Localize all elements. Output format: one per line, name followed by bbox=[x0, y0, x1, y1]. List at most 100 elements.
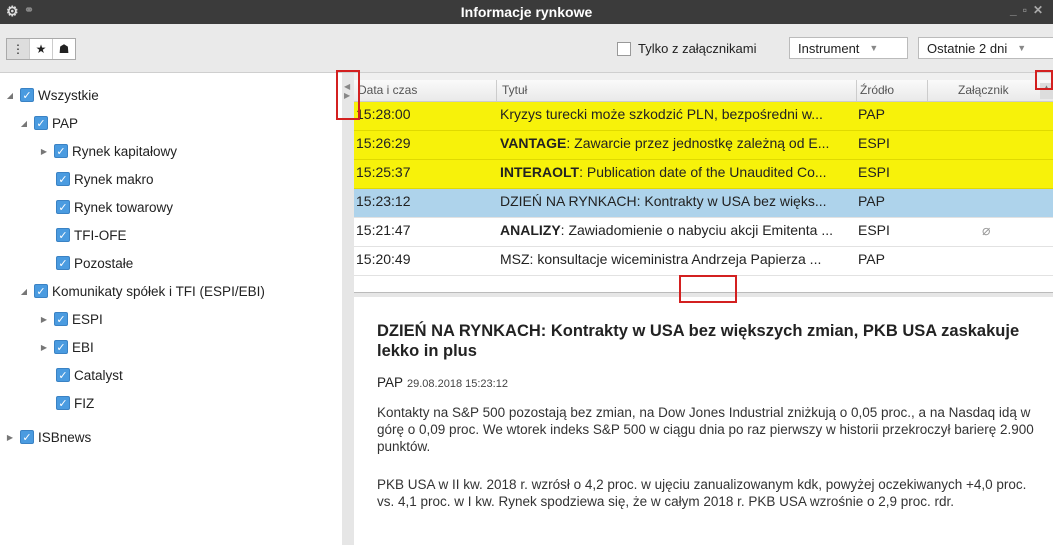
expand-arrow-icon[interactable]: ▶ bbox=[38, 343, 50, 352]
tree-item-isbnews[interactable]: ▶ ✓ ISBnews bbox=[4, 427, 91, 447]
highlight-box-splitter bbox=[336, 70, 360, 120]
checkbox-checked-icon[interactable]: ✓ bbox=[54, 312, 68, 326]
row-time: 15:23:12 bbox=[356, 193, 411, 209]
grid-header: Data i czas Tytuł Źródło Załącznik bbox=[354, 80, 1053, 102]
tree-item-label: EBI bbox=[72, 339, 94, 355]
expand-arrow-icon[interactable]: ▶ bbox=[4, 433, 16, 442]
news-grid: Data i czas Tytuł Źródło Załącznik 15:28… bbox=[354, 80, 1053, 292]
row-time: 15:26:29 bbox=[356, 135, 411, 151]
row-source: ESPI bbox=[858, 135, 890, 151]
star-icon[interactable]: ★ bbox=[30, 39, 53, 59]
column-header-time[interactable]: Data i czas bbox=[358, 83, 417, 97]
article-title: DZIEŃ NA RYNKACH: Kontrakty w USA bez wi… bbox=[377, 322, 1020, 360]
toolbar: ⋮ ★ ☗ Tylko z załącznikami Instrument ▼ … bbox=[0, 24, 1053, 73]
table-row[interactable]: 15:21:47 ANALIZY: Zawiadomienie o nabyciu… bbox=[354, 218, 1053, 247]
attachments-only-label: Tylko z załącznikami bbox=[638, 41, 757, 56]
tree-item-rynek-kapitalowy[interactable]: ▶ ✓ Rynek kapitałowy bbox=[38, 141, 177, 161]
row-title: INTERAOLT: Publication date of the Unaud… bbox=[500, 164, 854, 180]
instrument-dropdown[interactable]: Instrument ▼ bbox=[789, 37, 908, 59]
table-row[interactable]: 15:26:29 VANTAGE: Zawarcie przez jednostk… bbox=[354, 131, 1053, 160]
row-source: PAP bbox=[858, 193, 885, 209]
table-row[interactable]: 15:20:49 MSZ: konsultacje wiceministra An… bbox=[354, 247, 1053, 276]
collapse-arrow-icon[interactable]: ◢ bbox=[18, 119, 30, 128]
tree-item-label: TFI-OFE bbox=[74, 227, 127, 243]
list-view-icon[interactable]: ⋮ bbox=[7, 39, 30, 59]
tree-item-label: Pozostałe bbox=[74, 255, 134, 271]
tree-item-label: Komunikaty spółek i TFI (ESPI/EBI) bbox=[52, 283, 265, 299]
checkbox-checked-icon[interactable]: ✓ bbox=[56, 256, 70, 270]
collapse-arrow-icon[interactable]: ◢ bbox=[18, 287, 30, 296]
article-paragraph: Kontakty na S&P 500 pozostają bez zmian,… bbox=[377, 405, 1034, 454]
paperclip-icon[interactable]: ⌀ bbox=[982, 222, 1012, 239]
collapse-arrow-icon[interactable]: ◢ bbox=[4, 91, 16, 100]
row-title-text: : Zawiadomienie o nabyciu akcji Emitenta… bbox=[560, 222, 834, 238]
row-source: PAP bbox=[858, 251, 885, 267]
row-title-text: Kryzys turecki może szkodzić PLN, bezpoś… bbox=[500, 106, 823, 122]
table-row[interactable]: 15:23:12 DZIEŃ NA RYNKACH: Kontrakty w US… bbox=[354, 189, 1053, 218]
checkbox-checked-icon[interactable]: ✓ bbox=[34, 116, 48, 130]
tree-item-espi[interactable]: ▶ ✓ ESPI bbox=[38, 309, 103, 329]
tag-icon[interactable]: ☗ bbox=[53, 39, 75, 59]
category-tree: ◢ ✓ Wszystkie ◢ ✓ PAP ▶ ✓ Rynek kapitało… bbox=[0, 73, 343, 545]
period-dropdown-label: Ostatnie 2 dni bbox=[927, 40, 1008, 56]
row-time: 15:20:49 bbox=[356, 251, 411, 267]
tree-item-fiz[interactable]: ✓ FIZ bbox=[56, 393, 94, 413]
row-source: ESPI bbox=[858, 222, 890, 238]
tree-item-pap[interactable]: ◢ ✓ PAP bbox=[18, 113, 78, 133]
expand-arrow-icon[interactable]: ▶ bbox=[38, 315, 50, 324]
tree-item-label: ISBnews bbox=[38, 429, 92, 445]
row-title: Kryzys turecki może szkodzić PLN, bezpoś… bbox=[500, 106, 854, 122]
row-time: 15:28:00 bbox=[356, 106, 411, 122]
checkbox-checked-icon[interactable]: ✓ bbox=[20, 430, 34, 444]
row-title: ANALIZY: Zawiadomienie o nabyciu akcji E… bbox=[500, 222, 854, 238]
period-dropdown[interactable]: Ostatnie 2 dni ▼ bbox=[918, 37, 1053, 59]
checkbox-checked-icon[interactable]: ✓ bbox=[20, 88, 34, 102]
article-paragraph: PKB USA w II kw. 2018 r. wzrósł o 4,2 pr… bbox=[377, 477, 1027, 509]
tree-item-label: Rynek kapitałowy bbox=[72, 143, 178, 159]
tree-item-label: Rynek towarowy bbox=[74, 199, 174, 215]
vertical-splitter[interactable] bbox=[342, 73, 354, 545]
table-row[interactable]: 15:25:37 INTERAOLT: Publication date of t… bbox=[354, 160, 1053, 189]
expand-arrow-icon[interactable]: ▶ bbox=[38, 147, 50, 156]
row-title-company: INTERAOLT bbox=[500, 164, 580, 180]
attachments-only-checkbox[interactable] bbox=[617, 41, 631, 56]
tree-item-tfi-ofe[interactable]: ✓ TFI-OFE bbox=[56, 225, 127, 245]
view-button-group: ⋮ ★ ☗ bbox=[6, 38, 76, 60]
chevron-down-icon: ▼ bbox=[869, 43, 879, 53]
column-header-attachment[interactable]: Załącznik bbox=[958, 83, 1009, 97]
row-source: ESPI bbox=[858, 164, 890, 180]
tree-item-rynek-makro[interactable]: ✓ Rynek makro bbox=[56, 169, 154, 189]
tree-item-ebi[interactable]: ▶ ✓ EBI bbox=[38, 337, 94, 357]
row-title-text: : Zawarcie przez jednostkę zależną od E.… bbox=[566, 135, 830, 151]
checkbox-checked-icon[interactable]: ✓ bbox=[56, 396, 70, 410]
article-datetime: 29.08.2018 15:23:12 bbox=[407, 378, 508, 390]
checkbox-checked-icon[interactable]: ✓ bbox=[56, 200, 70, 214]
checkbox-checked-icon[interactable]: ✓ bbox=[56, 172, 70, 186]
tree-item-rynek-towarowy[interactable]: ✓ Rynek towarowy bbox=[56, 197, 173, 217]
checkbox-checked-icon[interactable]: ✓ bbox=[54, 340, 68, 354]
tree-item-komunikaty[interactable]: ◢ ✓ Komunikaty spółek i TFI (ESPI/EBI) bbox=[18, 281, 265, 301]
checkbox-checked-icon[interactable]: ✓ bbox=[54, 144, 68, 158]
row-title-text: DZIEŃ NA RYNKACH: Kontrakty w USA bez wi… bbox=[500, 193, 827, 209]
row-title-company: VANTAGE bbox=[500, 135, 567, 151]
checkbox-checked-icon[interactable]: ✓ bbox=[56, 228, 70, 242]
tree-item-all[interactable]: ◢ ✓ Wszystkie bbox=[4, 85, 99, 105]
article-source: PAP bbox=[377, 375, 404, 390]
checkbox-checked-icon[interactable]: ✓ bbox=[56, 368, 70, 382]
instrument-dropdown-label: Instrument bbox=[798, 40, 860, 56]
window-title: Informacje rynkowe bbox=[460, 4, 593, 20]
checkbox-checked-icon[interactable]: ✓ bbox=[34, 284, 48, 298]
column-header-source[interactable]: Źródło bbox=[860, 83, 894, 97]
attachments-only-filter[interactable]: Tylko z załącznikami bbox=[617, 41, 756, 56]
tree-item-pozostale[interactable]: ✓ Pozostałe bbox=[56, 253, 133, 273]
row-title-company: ANALIZY bbox=[500, 222, 561, 238]
tree-item-label: FIZ bbox=[74, 395, 95, 411]
tree-item-label: Catalyst bbox=[74, 367, 123, 383]
column-header-title[interactable]: Tytuł bbox=[502, 83, 527, 97]
tree-item-catalyst[interactable]: ✓ Catalyst bbox=[56, 365, 123, 385]
highlight-box-hsplitter bbox=[679, 275, 737, 303]
chevron-down-icon: ▼ bbox=[1017, 43, 1027, 53]
table-row[interactable]: 15:28:00 Kryzys turecki może szkodzić PLN… bbox=[354, 102, 1053, 131]
window-controls[interactable]: _▫✕ bbox=[1010, 3, 1049, 17]
row-title: MSZ: konsultacje wiceministra Andrzeja P… bbox=[500, 251, 854, 267]
